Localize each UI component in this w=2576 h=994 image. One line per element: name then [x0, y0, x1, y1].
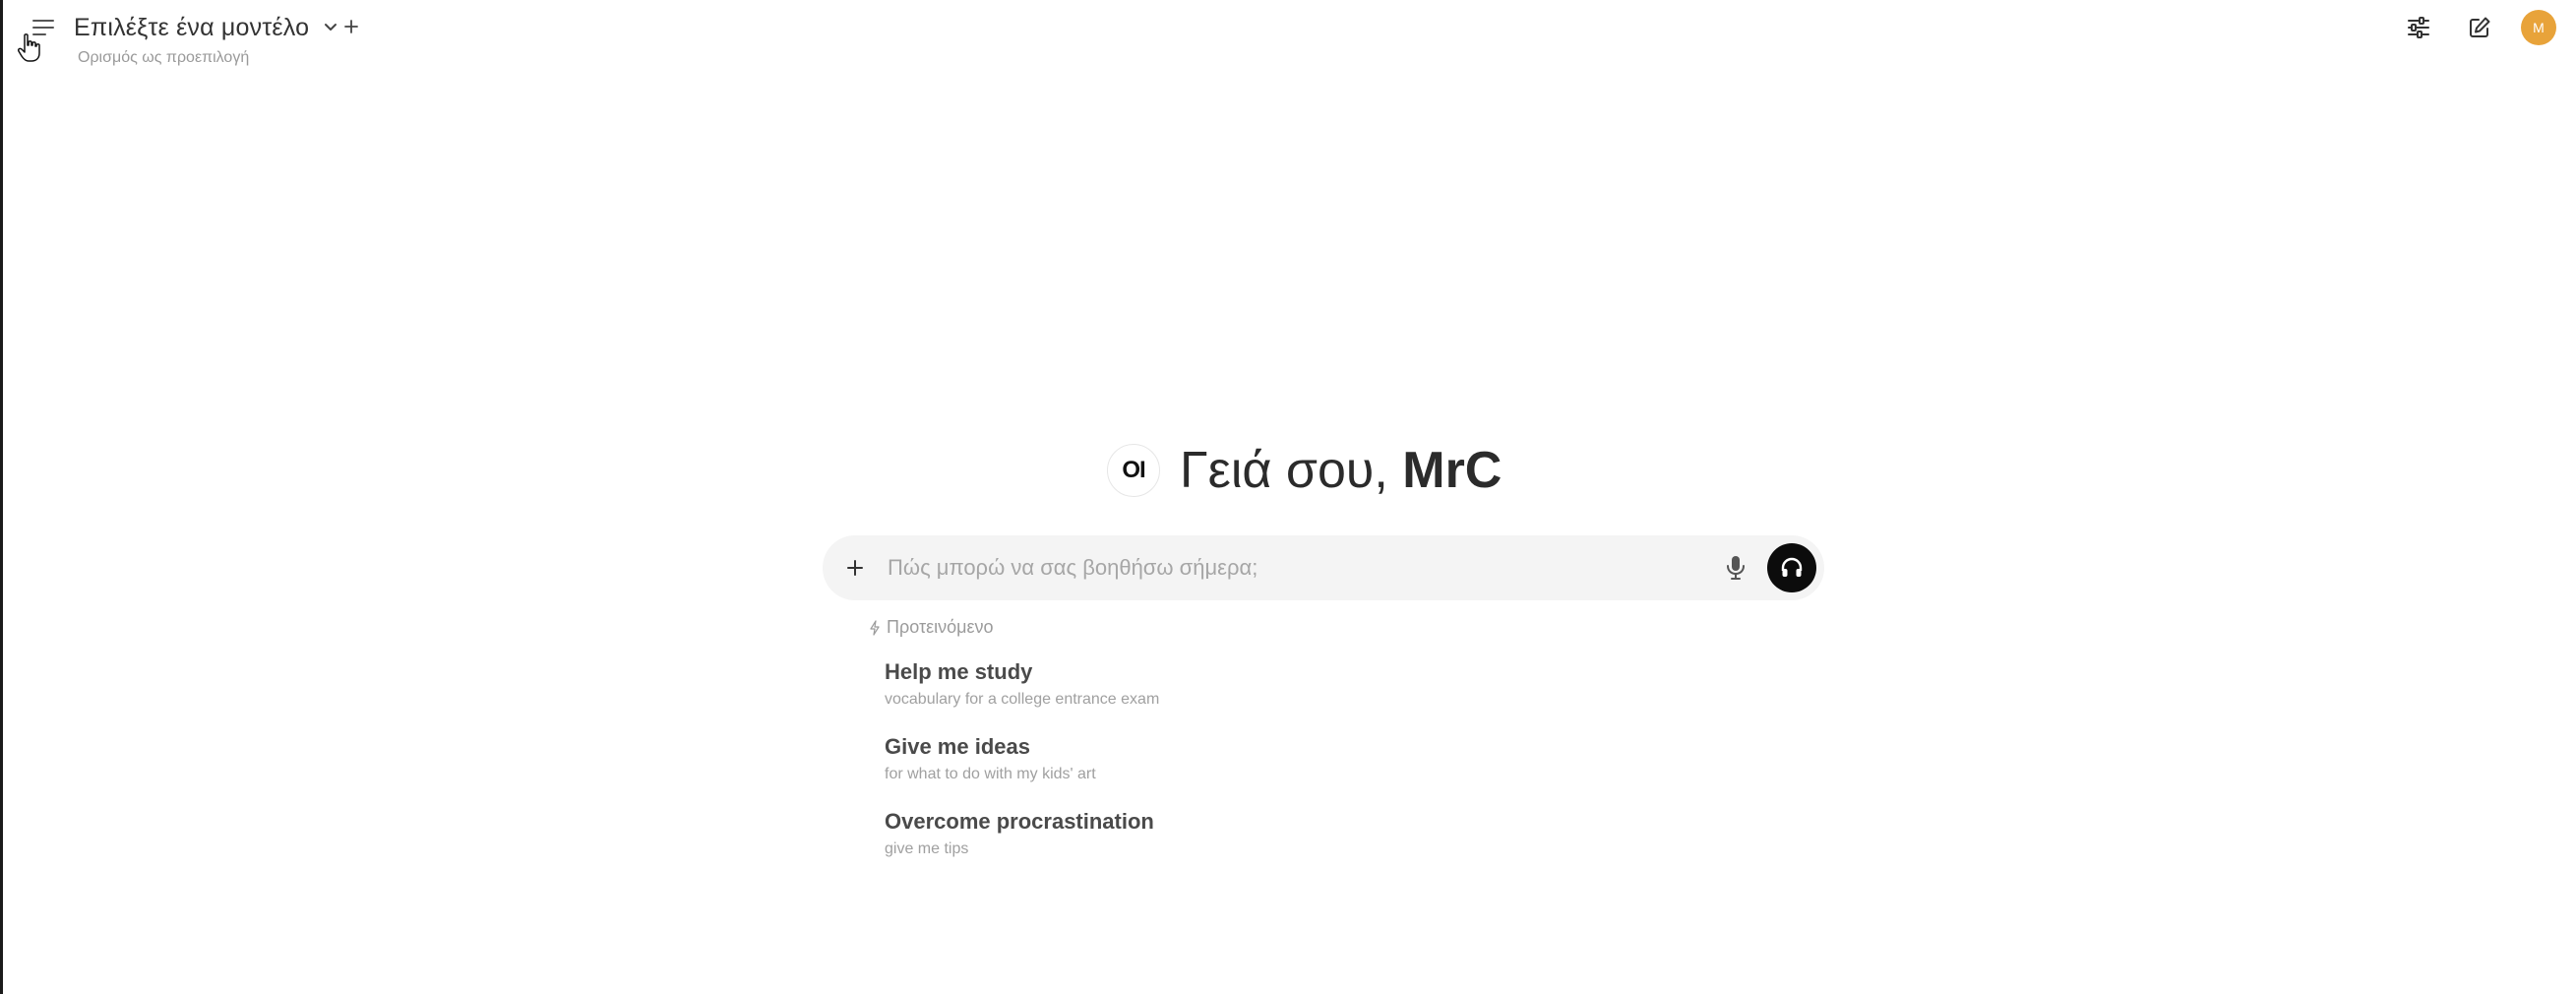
- headphones-icon: [1781, 557, 1803, 577]
- attach-button[interactable]: [823, 535, 888, 600]
- suggestion-subtitle: give me tips: [885, 840, 969, 857]
- plus-icon: [344, 20, 358, 33]
- chevron-down-icon: [325, 24, 337, 31]
- new-chat-button[interactable]: [2460, 10, 2499, 45]
- suggestions-heading: Προτεινόμενο: [869, 617, 994, 638]
- suggestion-item[interactable]: Help me study vocabulary for a college e…: [885, 659, 1495, 734]
- voice-mode-button[interactable]: [1767, 543, 1816, 592]
- greeting-hello: Γειά σου,: [1180, 442, 1388, 499]
- chat-input[interactable]: [888, 546, 1714, 590]
- pencil-square-icon: [2470, 17, 2490, 37]
- dictate-button[interactable]: [1714, 546, 1757, 590]
- suggestions-heading-label: Προτεινόμενο: [887, 617, 994, 637]
- suggestion-item[interactable]: Overcome procrastination give me tips: [885, 809, 1495, 884]
- suggestions-list: Help me study vocabulary for a college e…: [885, 659, 1495, 884]
- plus-icon: [847, 560, 863, 576]
- model-selector[interactable]: Επιλέξτε ένα μοντέλο: [74, 10, 338, 45]
- model-selector-label: Επιλέξτε ένα μοντέλο: [74, 13, 310, 41]
- user-avatar[interactable]: M: [2521, 10, 2556, 45]
- sliders-icon: [2408, 17, 2429, 38]
- suggestion-title: Overcome procrastination: [885, 809, 1154, 834]
- suggestion-title: Give me ideas: [885, 734, 1030, 759]
- suggestion-title: Help me study: [885, 659, 1033, 684]
- header-actions: M: [2399, 10, 2556, 45]
- suggestion-subtitle: vocabulary for a college entrance exam: [885, 691, 1160, 708]
- greeting-username: MrC: [1402, 442, 1503, 499]
- add-model-button[interactable]: [337, 12, 365, 41]
- app-window: Επιλέξτε ένα μοντέλο Ορισμός ως προεπιλο…: [0, 0, 2576, 994]
- chat-input-bar: [823, 535, 1824, 600]
- suggestion-item[interactable]: Give me ideas for what to do with my kid…: [885, 734, 1495, 809]
- microphone-icon: [1727, 556, 1745, 580]
- set-default-link[interactable]: Ορισμός ως προεπιλογή: [78, 49, 249, 67]
- app-logo: OI: [1107, 444, 1160, 497]
- lightning-icon: [870, 619, 880, 636]
- greeting: OI Γειά σου, MrC: [1107, 441, 1502, 500]
- hand-pointer-icon: [18, 33, 40, 62]
- chat-controls-button[interactable]: [2399, 10, 2438, 45]
- suggestion-subtitle: for what to do with my kids' art: [885, 766, 1096, 782]
- greeting-text: Γειά σου, MrC: [1180, 441, 1502, 500]
